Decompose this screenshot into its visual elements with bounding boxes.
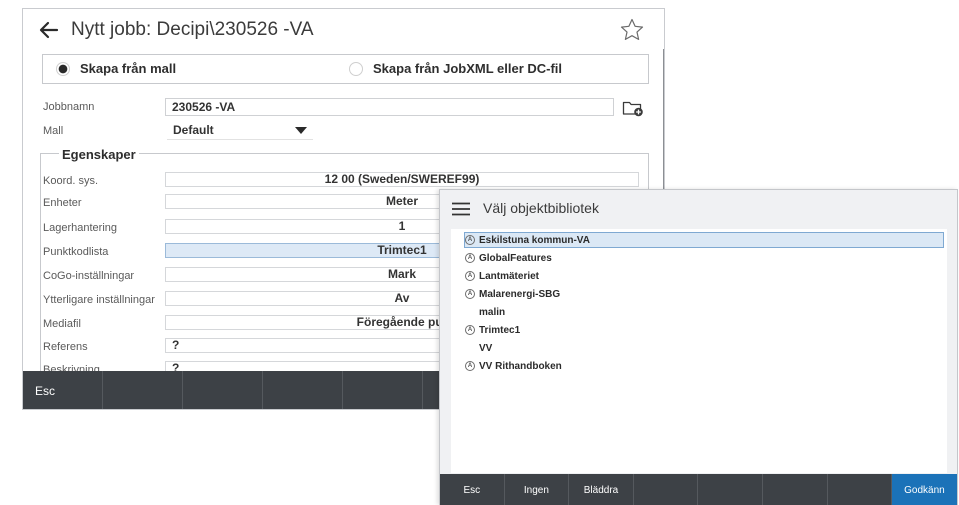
library-icon: A (465, 289, 475, 299)
coordinate-system-value[interactable]: 12 00 (Sweden/SWEREF99) (165, 172, 639, 187)
property-label: Enheter (43, 197, 82, 209)
dialog-softkey-6[interactable] (763, 474, 828, 505)
source-radio-group: Skapa från mall Skapa från JobXML eller … (42, 54, 649, 84)
library-icon: A (465, 361, 475, 371)
dialog-softkey-5[interactable] (698, 474, 763, 505)
radio-unselected-icon (349, 61, 363, 76)
dialog-softkey-4[interactable] (634, 474, 699, 505)
template-select-value: Default (173, 123, 214, 137)
hamburger-menu-icon[interactable] (451, 202, 471, 216)
library-icon: A (465, 325, 475, 335)
radio-from-template[interactable]: Skapa från mall (56, 61, 176, 76)
property-label: Koord. sys. (43, 175, 99, 187)
template-label: Mall (43, 125, 64, 137)
list-item[interactable]: VV (465, 340, 945, 356)
back-arrow-icon[interactable] (37, 18, 61, 42)
softkey-5[interactable] (343, 371, 423, 409)
esc-button[interactable]: Esc (23, 371, 103, 409)
library-icon: A (465, 253, 475, 263)
property-label: CoGo-inställningar (43, 270, 135, 282)
none-button[interactable]: Ingen (505, 474, 570, 505)
property-label: Punktkodlista (43, 246, 109, 258)
jobname-label: Jobbnamn (43, 101, 95, 113)
jobname-input[interactable]: 230526 -VA (165, 98, 614, 116)
title-bar: Nytt jobb: Decipi\230526 -VA (23, 9, 664, 53)
star-favorite-icon[interactable] (619, 17, 645, 43)
list-item[interactable]: A Malarenergi-SBG (465, 286, 945, 302)
library-icon: A (465, 235, 475, 245)
list-item[interactable]: A GlobalFeatures (465, 250, 945, 266)
template-select[interactable]: Default (167, 122, 313, 140)
dialog-title: Välj objektbibliotek (483, 200, 599, 216)
dialog-softkey-bar: Esc Ingen Bläddra Godkänn (440, 474, 957, 505)
folder-add-icon[interactable] (622, 99, 644, 117)
softkey-4[interactable] (263, 371, 343, 409)
property-label: Ytterligare inställningar (43, 294, 155, 306)
radio-from-file[interactable]: Skapa från JobXML eller DC-fil (349, 61, 562, 76)
browse-button[interactable]: Bläddra (569, 474, 634, 505)
select-feature-library-dialog: Välj objektbibliotek A Eskilstuna kommun… (439, 189, 958, 505)
property-label: Mediafil (43, 318, 81, 330)
dialog-esc-button[interactable]: Esc (440, 474, 505, 505)
list-item[interactable]: malin (465, 304, 945, 320)
list-item[interactable]: A Trimtec1 (465, 322, 945, 338)
dialog-softkey-7[interactable] (828, 474, 893, 505)
softkey-2[interactable] (103, 371, 183, 409)
radio-from-template-label: Skapa från mall (80, 61, 177, 76)
library-list: A Eskilstuna kommun-VA A GlobalFeatures … (451, 229, 947, 473)
radio-selected-icon (56, 61, 70, 76)
properties-heading: Egenskaper (59, 147, 139, 162)
list-item[interactable]: A Lantmäteriet (465, 268, 945, 284)
library-icon: A (465, 271, 475, 281)
list-item[interactable]: A Eskilstuna kommun-VA (464, 232, 944, 248)
dropdown-arrow-icon (295, 127, 307, 134)
property-label: Referens (43, 341, 88, 353)
radio-from-file-label: Skapa från JobXML eller DC-fil (373, 61, 563, 76)
page-title: Nytt jobb: Decipi\230526 -VA (71, 19, 314, 40)
accept-button[interactable]: Godkänn (892, 474, 957, 505)
softkey-3[interactable] (183, 371, 263, 409)
list-item[interactable]: A VV Rithandboken (465, 358, 945, 374)
property-label: Lagerhantering (43, 222, 118, 234)
